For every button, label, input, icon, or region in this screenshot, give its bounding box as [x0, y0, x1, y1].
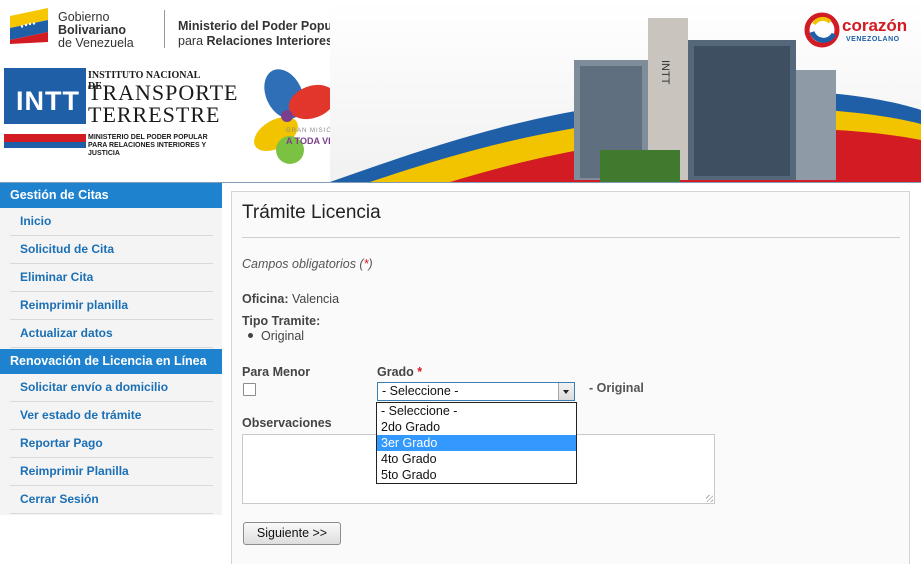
site-header: Gobierno Bolivariano de Venezuela Minist…	[0, 0, 921, 183]
resize-grip-icon[interactable]	[706, 495, 713, 502]
gobierno-bolivariano-logo: Gobierno Bolivariano de Venezuela	[4, 2, 154, 50]
grado-option-highlighted[interactable]: 3er Grado	[377, 435, 576, 451]
required-fields-note: Campos obligatorios (*)	[242, 257, 373, 271]
grado-label: Grado *	[377, 365, 423, 379]
heart-swirl-icon	[804, 12, 840, 48]
para-menor-label: Para Menor	[242, 365, 311, 379]
intt-title-line3: TERRESTRE	[88, 102, 221, 127]
title-divider	[242, 237, 900, 238]
sidebar: Gestión de Citas Inicio Solicitud de Cit…	[0, 183, 222, 515]
grado-option[interactable]: 5to Grado	[377, 467, 576, 483]
grado-tramite-suffix: - Original	[589, 381, 644, 395]
venezolano-text: VENEZOLANO	[846, 36, 900, 43]
sidebar-item-reimprimir-planilla[interactable]: Reimprimir planilla	[10, 292, 213, 320]
sidebar-section-renovacion-licencia: Renovación de Licencia en Línea	[0, 349, 222, 374]
sidebar-list-renovacion-licencia: Solicitar envío a domicilio Ver estado d…	[0, 374, 222, 515]
gobierno-text: Gobierno Bolivariano de Venezuela	[58, 10, 134, 50]
sidebar-item-actualizar-datos[interactable]: Actualizar datos	[10, 320, 213, 348]
sidebar-item-reportar-pago[interactable]: Reportar Pago	[10, 430, 213, 458]
grado-dropdown-list: - Seleccione - 2do Grado 3er Grado 4to G…	[376, 402, 577, 484]
grado-select[interactable]: - Seleccione -	[377, 382, 575, 401]
grado-option[interactable]: 4to Grado	[377, 451, 576, 467]
tramite-form-panel: Trámite Licencia Campos obligatorios (*)…	[231, 191, 910, 564]
sidebar-item-solicitud-cita[interactable]: Solicitud de Cita	[10, 236, 213, 264]
intt-logo: INTT INSTITUTO NACIONAL DE TRANSPORTE TE…	[4, 68, 237, 160]
sidebar-item-solicitar-envio[interactable]: Solicitar envío a domicilio	[10, 374, 213, 402]
grado-option[interactable]: 2do Grado	[377, 419, 576, 435]
siguiente-button[interactable]: Siguiente >>	[243, 522, 341, 545]
intt-mark: INTT	[4, 68, 86, 148]
sidebar-item-eliminar-cita[interactable]: Eliminar Cita	[10, 264, 213, 292]
intt-ministerio-caption: MINISTERIO DEL PODER POPULAR PARA RELACI…	[88, 134, 208, 157]
grado-option[interactable]: - Seleccione -	[377, 403, 576, 419]
para-menor-checkbox[interactable]	[243, 383, 256, 396]
page-title: Trámite Licencia	[242, 202, 381, 223]
sidebar-list-gestion-citas: Inicio Solicitud de Cita Eliminar Cita R…	[0, 208, 222, 349]
header-divider	[164, 10, 165, 48]
svg-text:INTT: INTT	[659, 60, 671, 85]
sidebar-item-cerrar-sesion[interactable]: Cerrar Sesión	[10, 486, 213, 514]
corazon-text: corazón	[842, 16, 908, 35]
tipo-tramite-label: Tipo Tramite:	[242, 314, 321, 328]
chevron-down-icon[interactable]	[558, 383, 574, 400]
sidebar-item-ver-estado[interactable]: Ver estado de trámite	[10, 402, 213, 430]
bullet-icon	[248, 333, 253, 339]
observaciones-label: Observaciones	[242, 416, 332, 430]
intt-title-line2: TRANSPORTE	[88, 80, 239, 105]
tipo-tramite-value: Original	[248, 329, 304, 343]
sidebar-item-reimprimir-planilla-2[interactable]: Reimprimir Planilla	[10, 458, 213, 486]
sidebar-section-gestion-citas: Gestión de Citas	[0, 183, 222, 208]
sidebar-item-inicio[interactable]: Inicio	[10, 208, 213, 236]
corazon-venezolano-logo: corazón VENEZOLANO	[804, 12, 916, 52]
venezuela-flag-icon	[10, 8, 48, 44]
oficina-info: Oficina: Valencia	[242, 292, 340, 306]
